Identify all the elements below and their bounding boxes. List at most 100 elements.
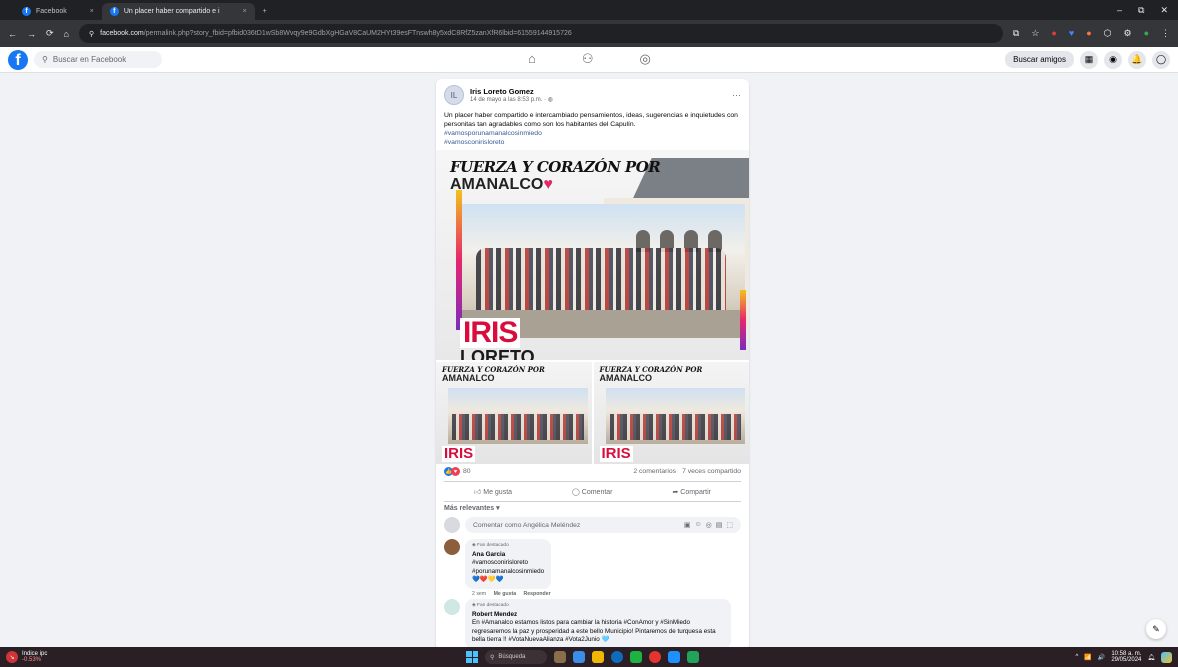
comment-like-button[interactable]: Me gusta: [494, 591, 516, 597]
find-friends-button[interactable]: Buscar amigos: [1005, 51, 1074, 68]
comments-count[interactable]: 2 comentarios: [633, 468, 676, 475]
taskbar-app-icon[interactable]: [630, 651, 642, 663]
home-icon[interactable]: ⌂: [64, 29, 69, 39]
file-explorer-icon[interactable]: [592, 651, 604, 663]
media-icon[interactable]: ⚙: [1123, 28, 1131, 39]
commenter-name[interactable]: Robert Mendez: [472, 611, 724, 620]
profile-icon[interactable]: ●: [1144, 28, 1149, 39]
url-field[interactable]: ⚲ facebook.com /permalink.php?story_fbid…: [78, 24, 1003, 43]
cast-icon[interactable]: ⧉: [1013, 28, 1019, 39]
post-date[interactable]: 14 de mayo a las 8:53 p.m. · ◍: [470, 96, 553, 103]
comment-label: Comentar: [581, 488, 613, 496]
comment-button[interactable]: ◯ Comentar: [572, 488, 613, 496]
messenger-icon[interactable]: ◉: [1104, 50, 1122, 69]
comment-tools: ▣ ☺ ◎ ▤ ⬚: [684, 521, 733, 529]
like-button[interactable]: 👍︎ Me gusta: [474, 487, 512, 496]
comment-input[interactable]: Comentar como Angélica Meléndez ▣ ☺ ◎ ▤ …: [465, 517, 741, 533]
hashtag-link[interactable]: #vamosconirisloreto: [444, 138, 741, 147]
post-options-icon[interactable]: ···: [732, 90, 741, 100]
new-message-edit-icon[interactable]: ✎: [1146, 619, 1166, 639]
windows-start-icon[interactable]: [466, 651, 478, 663]
post-main-image[interactable]: FUERZA Y CORAZÓN POR AMANALCO♥ IRIS LORE…: [436, 150, 749, 360]
clock[interactable]: 10:58 a. m. 29/05/2024: [1111, 651, 1141, 664]
extensions-puzzle-icon[interactable]: ⬡: [1104, 28, 1112, 39]
minimize-icon[interactable]: –: [1117, 5, 1122, 16]
comment-time[interactable]: 2 sem: [472, 591, 486, 597]
commenter-avatar[interactable]: [444, 599, 460, 615]
fan-badge: ◈ Fan destacado: [472, 542, 544, 551]
search-input[interactable]: ⚲ Buscar en Facebook: [34, 51, 162, 68]
account-avatar[interactable]: ◯: [1152, 50, 1170, 69]
comment-reply-button[interactable]: Responder: [524, 591, 551, 597]
search-icon: ⚲: [42, 55, 48, 64]
post-thumbnail[interactable]: FUERZA Y CORAZÓN POR AMANALCO IRIS: [436, 362, 592, 464]
avatar-sticker-icon[interactable]: ⬚: [726, 521, 733, 529]
tab-title: Un placer haber compartido e i: [123, 8, 220, 15]
sort-comments-dropdown[interactable]: Más relevantes ▾: [444, 504, 500, 512]
back-icon[interactable]: ←: [8, 29, 17, 39]
stock-widget[interactable]: ↘ Indice ipc -0.53%: [6, 651, 47, 664]
sticker-icon[interactable]: ▣: [684, 521, 691, 529]
image-headline: FUERZA Y CORAZÓN POR: [450, 158, 661, 176]
volume-icon[interactable]: 🔊: [1098, 654, 1105, 661]
edge-browser-icon[interactable]: [611, 651, 623, 663]
post-thumbnail[interactable]: FUERZA Y CORAZÓN POR AMANALCO IRIS: [593, 362, 749, 464]
menu-grid-icon[interactable]: ▦: [1080, 50, 1098, 69]
groups-nav-icon[interactable]: ◎: [640, 51, 651, 67]
reload-icon[interactable]: ⟳: [46, 28, 54, 39]
image-color-stripe: [456, 190, 462, 330]
bookmark-star-icon[interactable]: ☆: [1031, 28, 1039, 39]
browser-menu-icon[interactable]: ⋮: [1161, 28, 1170, 39]
image-color-stripe: [740, 290, 746, 350]
post-body: Un placer haber compartido e intercambia…: [444, 112, 738, 128]
image-town-text: AMANALCO: [450, 176, 544, 193]
taskbar-app-icon[interactable]: [687, 651, 699, 663]
chrome-browser-icon[interactable]: [649, 651, 661, 663]
shares-count[interactable]: 7 veces compartido: [682, 468, 741, 475]
author-name[interactable]: Iris Loreto Gomez: [470, 87, 553, 96]
fan-badge-text: Fan destacado: [477, 603, 509, 608]
author-avatar[interactable]: IL: [444, 85, 464, 105]
image-surname: LORETO: [460, 347, 535, 360]
tab-close-icon[interactable]: ×: [90, 8, 94, 15]
site-info-icon[interactable]: ⚲: [89, 30, 94, 38]
taskbar-app-icon[interactable]: [573, 651, 585, 663]
commenter-avatar[interactable]: [444, 539, 460, 555]
taskbar-app-icon[interactable]: [554, 651, 566, 663]
camera-icon[interactable]: ◎: [706, 521, 712, 529]
copilot-icon[interactable]: [1161, 651, 1172, 663]
home-nav-icon[interactable]: ⌂: [528, 51, 536, 67]
extension-orange-icon[interactable]: ●: [1086, 28, 1091, 39]
facebook-favicon-icon: f: [22, 7, 31, 16]
close-window-icon[interactable]: ✕: [1160, 5, 1168, 16]
facebook-favicon-icon: f: [109, 7, 119, 16]
image-crowd: [476, 248, 726, 310]
wifi-icon[interactable]: 📶: [1084, 654, 1091, 661]
friends-nav-icon[interactable]: ⚇: [582, 51, 594, 67]
hashtag-link[interactable]: #vamosporunamanalcosinmiedo: [444, 129, 741, 138]
reaction-count[interactable]: 80: [463, 468, 471, 475]
tray-overflow-icon[interactable]: ^: [1076, 654, 1079, 660]
share-label: Compartir: [680, 488, 711, 496]
address-bar-row: ← → ⟳ ⌂ ⚲ facebook.com /permalink.php?st…: [0, 20, 1178, 47]
extension-red-icon[interactable]: ●: [1051, 28, 1056, 39]
restore-icon[interactable]: ⧉: [1138, 5, 1144, 16]
extension-heart-icon[interactable]: ♥: [1069, 28, 1074, 39]
gif-icon[interactable]: ▤: [716, 521, 723, 529]
emoji-icon[interactable]: ☺: [694, 521, 701, 529]
taskbar-app-icon[interactable]: [668, 651, 680, 663]
share-button[interactable]: ➦ Compartir: [672, 488, 711, 496]
tab-close-icon[interactable]: ×: [243, 8, 247, 15]
fan-badge: ◈ Fan destacado: [472, 602, 724, 611]
sort-label: Más relevantes: [444, 505, 495, 512]
commenter-name[interactable]: Ana Garcia: [472, 551, 544, 560]
tab-facebook[interactable]: f Facebook ×: [14, 3, 102, 20]
new-tab-button[interactable]: +: [255, 3, 275, 20]
facebook-logo[interactable]: f: [8, 49, 28, 70]
forward-icon[interactable]: →: [27, 29, 36, 39]
tab-post[interactable]: f Un placer haber compartido e i ×: [101, 3, 255, 20]
notification-bell-icon[interactable]: 🔔︎: [1147, 654, 1155, 661]
notifications-bell-icon[interactable]: 🔔: [1128, 50, 1146, 69]
image-name: IRIS: [460, 318, 521, 348]
taskbar-search[interactable]: ⚲ Búsqueda: [485, 650, 547, 664]
